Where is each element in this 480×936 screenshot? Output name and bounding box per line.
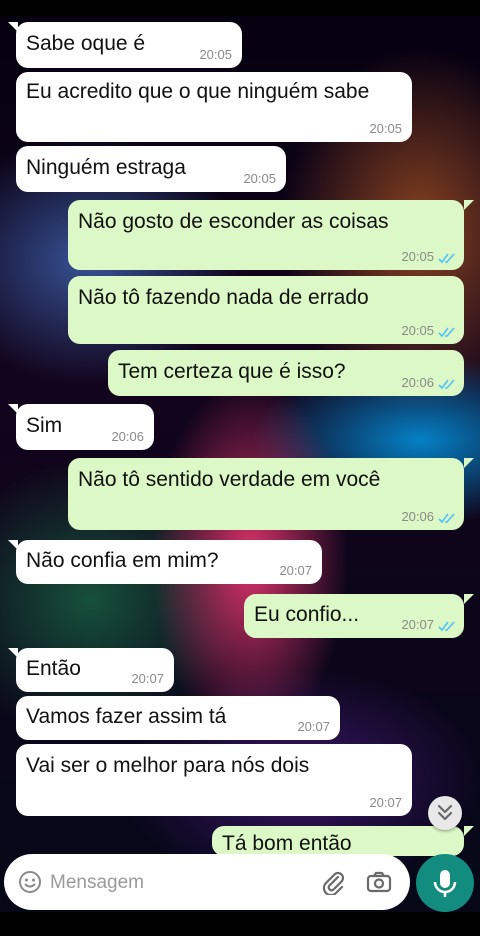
message-time: 20:07 [279,563,312,578]
message-text: Eu confio... [254,603,360,626]
camera-icon[interactable] [366,869,392,895]
navigation-bar [0,912,480,936]
paperclip-icon[interactable] [320,869,346,895]
message-time: 20:06 [401,509,434,524]
message-incoming[interactable]: Então 20:07 [16,648,174,692]
bubble-tail [464,594,474,604]
message-text: Não tô fazendo nada de errado [78,286,369,309]
message-time: 20:05 [199,47,232,62]
message-incoming[interactable]: Sim 20:06 [16,404,154,450]
microphone-icon [433,870,457,897]
message-input[interactable]: Mensagem [50,872,144,894]
message-incoming[interactable]: Eu acredito que o que ninguém sabe 20:05 [16,72,412,142]
message-outgoing[interactable]: Tem certeza que é isso? 20:06 [108,350,464,396]
message-text: Eu acredito que o que ninguém sabe [26,80,370,103]
message-incoming[interactable]: Vai ser o melhor para nós dois 20:07 [16,744,412,816]
message-time: 20:07 [131,671,164,686]
bubble-tail [8,648,18,658]
message-text: Tá bom então [222,832,352,855]
message-text: Então [26,657,81,680]
message-incoming[interactable]: Não confia em mim? 20:07 [16,540,322,584]
bubble-tail [8,540,18,550]
message-text: Ninguém estraga [26,156,186,179]
message-text: Vai ser o melhor para nós dois [26,754,310,777]
message-time: 20:07 [401,617,434,632]
message-incoming[interactable]: Vamos fazer assim tá 20:07 [16,696,340,740]
message-time: 20:05 [369,121,402,136]
message-text: Não tô sentido verdade em você [78,468,381,491]
message-time: 20:05 [243,171,276,186]
message-time: 20:06 [401,375,434,390]
bubble-tail [464,458,474,468]
voice-message-button[interactable] [416,854,474,912]
message-outgoing[interactable]: Não tô fazendo nada de errado 20:05 [68,276,464,344]
bubble-tail [8,404,18,414]
message-text: Não gosto de esconder as coisas [78,210,389,233]
message-incoming[interactable]: Sabe oque é 20:05 [16,22,242,68]
status-bar [0,0,480,16]
message-text: Sim [26,414,63,437]
message-composer: Mensagem [4,854,410,910]
double-chevron-down-icon [437,804,453,821]
read-ticks-icon [438,513,455,524]
message-outgoing[interactable]: Não gosto de esconder as coisas 20:05 [68,200,464,270]
message-outgoing[interactable]: Tá bom então [212,826,464,856]
scroll-to-bottom-button[interactable] [428,796,462,830]
message-time: 20:07 [369,795,402,810]
message-outgoing[interactable]: Eu confio... 20:07 [244,594,464,638]
message-outgoing[interactable]: Não tô sentido verdade em você 20:06 [68,458,464,530]
message-text: Vamos fazer assim tá [26,705,227,728]
message-time: 20:05 [401,249,434,264]
read-ticks-icon [438,253,455,264]
message-text: Não confia em mim? [26,549,219,572]
bubble-tail [464,200,474,210]
read-ticks-icon [438,379,455,390]
message-text: Sabe oque é [26,32,146,55]
bubble-tail [464,826,474,836]
emoji-icon[interactable] [18,870,42,894]
read-ticks-icon [438,327,455,338]
message-text: Tem certeza que é isso? [118,360,346,383]
message-incoming[interactable]: Ninguém estraga 20:05 [16,146,286,192]
message-time: 20:07 [297,719,330,734]
bubble-tail [8,22,18,32]
message-time: 20:06 [111,429,144,444]
read-ticks-icon [438,621,455,632]
message-time: 20:05 [401,323,434,338]
